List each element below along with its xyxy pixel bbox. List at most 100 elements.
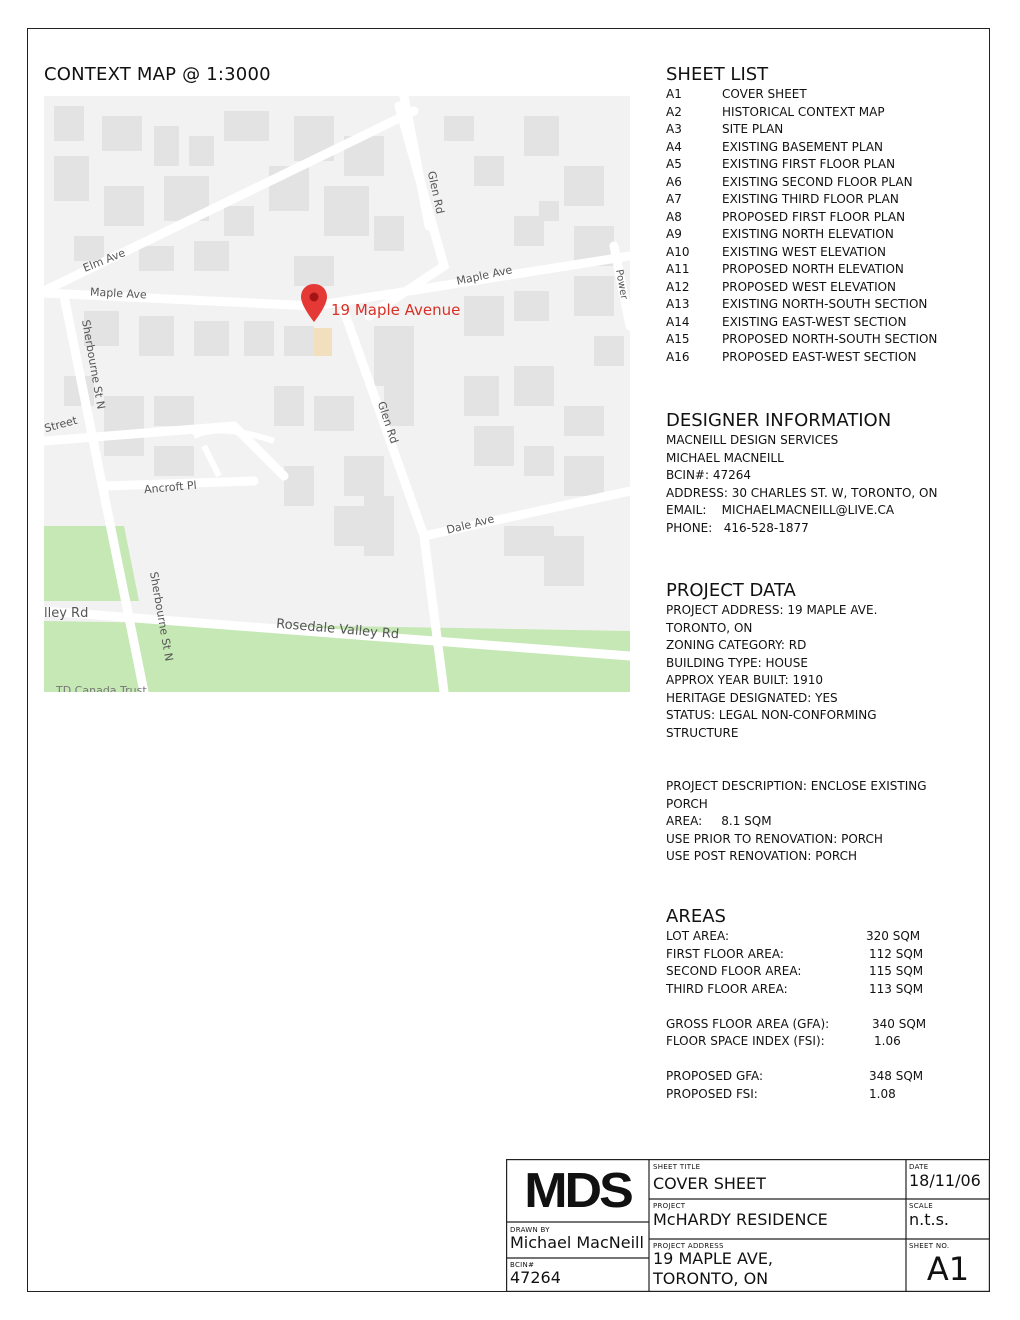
sheet-list-item: A2 HISTORICAL CONTEXT MAP [666,104,976,122]
area-label: THIRD FLOOR AREA: [666,981,788,996]
area-value: 112 SQM [869,946,924,961]
sheet-number: A9 [666,227,682,241]
sheet-name: EXISTING NORTH ELEVATION [722,227,894,241]
project-data-info: PROJECT ADDRESS: 19 MAPLE AVE. TORONTO, O… [666,602,976,742]
sheet-title-value: COVER SHEET [653,1174,766,1193]
poi-label-td: TD Canada Trust [56,684,147,692]
area-label: PROPOSED FSI: [666,1086,758,1101]
scale-label: SCALE [909,1202,933,1210]
sheet-list-item: A13 EXISTING NORTH-SOUTH SECTION [666,296,976,314]
areas-title: AREAS [666,906,726,927]
sheet-number: A6 [666,174,682,189]
sheet-name: EXISTING THIRD FLOOR PLAN [722,192,899,206]
project-description-line: USE PRIOR TO RENOVATION: PORCH [666,831,883,846]
area-row: FLOOR SPACE INDEX (FSI): 1.06 [666,1033,976,1051]
sheet-number: A3 [666,122,682,136]
sheet-name: EXISTING FIRST FLOOR PLAN [722,157,896,171]
sheet-name: COVER SHEET [722,87,807,101]
sheet-list-item: A3 SITE PLAN [666,121,976,139]
sheet-number: A10 [666,244,690,259]
designer-info-line: EMAIL: MICHAELMACNEILL@LIVE.CA [666,503,895,517]
sheet-name: EXISTING EAST-WEST SECTION [722,314,907,329]
sheet-number: A4 [666,139,682,154]
area-value: 1.06 [874,1034,901,1048]
designer-title: DESIGNER INFORMATION [666,410,892,431]
sheet-list-item: A8 PROPOSED FIRST FLOOR PLAN [666,209,976,227]
designer-info-line: MICHAEL MACNEILL [666,450,784,465]
sheet-number: A5 [666,157,682,171]
project-label: PROJECT [653,1202,686,1210]
area-value: 340 SQM [872,1016,927,1031]
title-block: MDS DRAWN BY Michael MacNeill BCIN# 4726… [506,1159,990,1292]
sheet-number: A1 [666,87,682,101]
area-row: SECOND FLOOR AREA: 115 SQM [666,963,976,981]
sheet-list-title: SHEET LIST [666,64,769,85]
project-value: McHARDY RESIDENCE [653,1210,828,1229]
project-data-line: HERITAGE DESIGNATED: YES [666,690,838,705]
sheet-number: A16 [666,349,690,364]
pin-label: 19 Maple Avenue [331,301,461,319]
designer-info-line: MACNEILL DESIGN SERVICES [666,433,839,447]
sheet-list-item: A10 EXISTING WEST ELEVATION [666,244,976,262]
project-description-line: AREA: 8.1 SQM [666,814,772,828]
area-label: LOT AREA: [666,929,730,943]
designer-info-line: ADDRESS: 30 CHARLES ST. W, TORONTO, ON [666,485,938,500]
area-value: 320 SQM [866,929,921,943]
areas-section: AREAS LOT AREA: 320 SQM FIRST FLOOR AREA: 1… [666,906,976,1103]
sheet-name: EXISTING NORTH-SOUTH SECTION [722,297,928,311]
sheet-title-label: SHEET TITLE [653,1163,701,1171]
sheet-list-item: A1 COVER SHEET [666,86,976,104]
context-map-graphic [44,96,630,692]
project-data-title: PROJECT DATA [666,580,796,601]
project-description-line: PORCH [666,796,708,811]
area-label: FLOOR SPACE INDEX (FSI): [666,1034,825,1048]
sheet-name: PROPOSED NORTH ELEVATION [722,262,904,276]
sheet-list-item: A6 EXISTING SECOND FLOOR PLAN [666,174,976,192]
sheet-no-value: A1 [926,1250,970,1288]
bcin-value: 47264 [510,1268,561,1287]
sheet-list-item: A16 PROPOSED EAST-WEST SECTION [666,349,976,367]
area-value: 115 SQM [869,964,924,978]
sheet-list-item: A12 PROPOSED WEST ELEVATION [666,279,976,297]
area-label: FIRST FLOOR AREA: [666,946,784,961]
date-value: 18/11/06 [909,1171,981,1190]
project-data-line: BUILDING TYPE: HOUSE [666,655,808,670]
drawn-by-value: Michael MacNeill [510,1233,644,1252]
designer-info-line: BCIN#: 47264 [666,468,752,482]
sheet-name: EXISTING SECOND FLOOR PLAN [722,174,913,189]
areas-group-1: LOT AREA: 320 SQM FIRST FLOOR AREA: 112 SQM… [666,928,976,998]
sheet-list-item: A15 PROPOSED NORTH-SOUTH SECTION [666,331,976,349]
sheet-number: A14 [666,314,690,329]
sheet-number: A15 [666,332,690,346]
sheet-list-item: A4 EXISTING BASEMENT PLAN [666,139,976,157]
context-map: Elm Ave Maple Ave Maple Ave Glen Rd Glen… [44,96,630,692]
sheet-name: PROPOSED NORTH-SOUTH SECTION [722,332,938,346]
project-description: PROJECT DESCRIPTION: ENCLOSE EXISTING POR… [666,778,976,866]
area-row: PROPOSED GFA: 348 SQM [666,1068,976,1086]
project-address-line-1: 19 MAPLE AVE, [653,1249,774,1268]
area-row: GROSS FLOOR AREA (GFA): 340 SQM [666,1016,976,1034]
context-map-title: CONTEXT MAP @ 1:3000 [44,64,271,85]
sheet-name: EXISTING BASEMENT PLAN [722,139,883,154]
sheet-number: A11 [666,262,690,276]
project-address-line-2: TORONTO, ON [653,1269,769,1288]
project-description-line: USE POST RENOVATION: PORCH [666,849,858,863]
area-row: FIRST FLOOR AREA: 112 SQM [666,946,976,964]
sheet-name: PROPOSED EAST-WEST SECTION [722,349,917,364]
sheet-list: A1 COVER SHEET A2 HISTORICAL CONTEXT MAP A3 S… [666,86,976,366]
street-label-valley: lley Rd [44,606,89,621]
sheet-number: A8 [666,209,682,224]
project-description-section: PROJECT DESCRIPTION: ENCLOSE EXISTING POR… [666,778,976,866]
date-label: DATE [909,1163,929,1171]
sheet-list-item: A9 EXISTING NORTH ELEVATION [666,226,976,244]
area-label: GROSS FLOOR AREA (GFA): [666,1016,830,1031]
area-label: PROPOSED GFA: [666,1069,764,1083]
project-data-line: APPROX YEAR BUILT: 1910 [666,673,824,687]
sheet-name: PROPOSED WEST ELEVATION [722,279,897,294]
sheet-name: HISTORICAL CONTEXT MAP [722,104,885,119]
scale-value: n.t.s. [909,1210,950,1229]
project-data-section: PROJECT DATA PROJECT ADDRESS: 19 MAPLE A… [666,580,976,742]
sheet-name: EXISTING WEST ELEVATION [722,244,886,259]
project-description-line: PROJECT DESCRIPTION: ENCLOSE EXISTING [666,779,927,793]
sheet-number: A13 [666,297,690,311]
